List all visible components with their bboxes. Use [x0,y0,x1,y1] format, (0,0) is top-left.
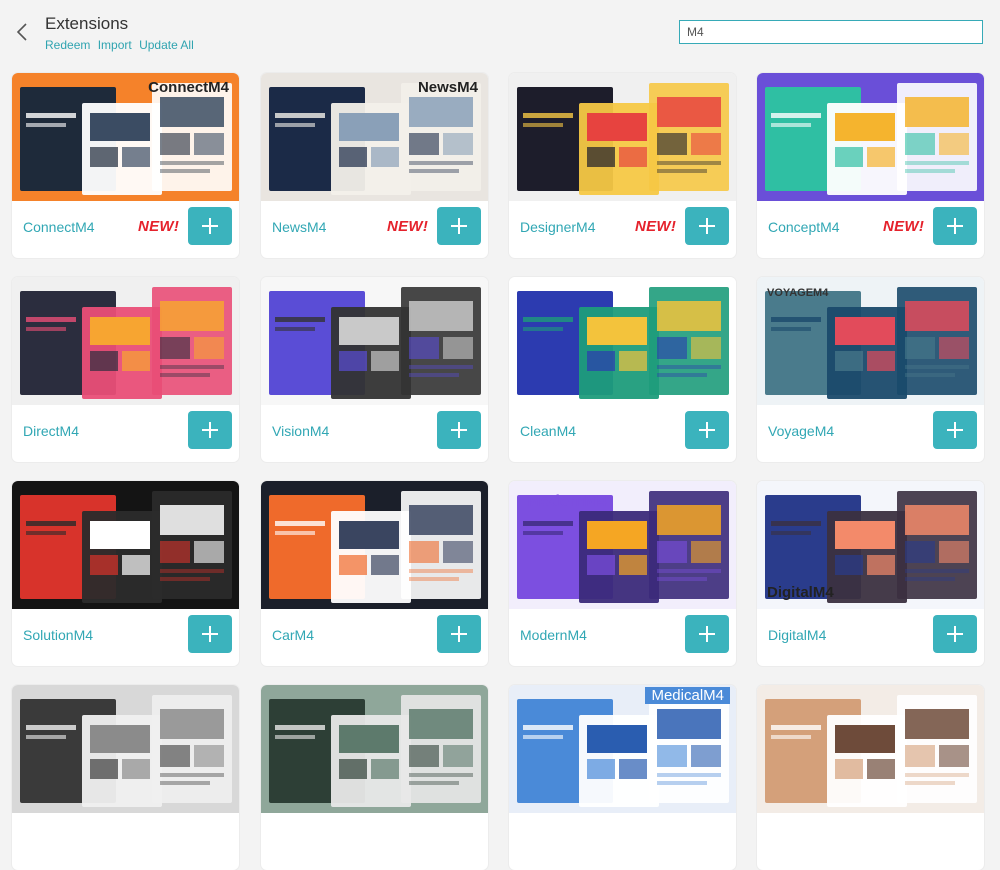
add-extension-button[interactable] [188,207,232,245]
new-badge: NEW! [387,218,429,235]
extension-card[interactable]: DesignerM4 NEW! [509,73,736,258]
extension-card[interactable]: CleanM4 [509,277,736,462]
search-input[interactable] [679,20,983,44]
extension-card[interactable]: DirectM4 [12,277,239,462]
add-extension-button[interactable] [188,615,232,653]
thumbnail-title: DigitalM4 [767,584,834,601]
thumbnail-title: NewsM4 [417,79,478,96]
extension-card[interactable]: SolutionM4 [12,481,239,666]
chevron-left-icon [16,23,27,41]
extension-name: ConnectM4 [23,219,95,235]
add-extension-button[interactable] [685,615,729,653]
extension-thumbnail [12,277,239,405]
extension-thumbnail: ModernM4 [509,481,736,609]
add-extension-button[interactable] [685,411,729,449]
plus-icon [699,218,715,234]
plus-icon [947,626,963,642]
thumbnail-title: VOYAGEM4 [767,287,829,299]
redeem-link[interactable]: Redeem [45,38,90,52]
header-links: Redeem Import Update All [45,38,198,52]
extension-name: DirectM4 [23,423,80,439]
extension-card[interactable]: CarM4 [261,481,488,666]
extension-thumbnail: ConnectM4 [12,73,239,201]
plus-icon [451,422,467,438]
extension-name: DesignerM4 [520,219,596,235]
extension-thumbnail: NewsM4 [261,73,488,201]
extension-thumbnail [261,481,488,609]
header-bar: Extensions Redeem Import Update All [0,0,1000,62]
extension-thumbnail [509,277,736,405]
plus-icon [947,218,963,234]
plus-icon [699,626,715,642]
extension-card[interactable]: VisionM4 [261,277,488,462]
plus-icon [947,422,963,438]
import-link[interactable]: Import [98,38,132,52]
extension-thumbnail [12,481,239,609]
extension-thumbnail: VOYAGEM4 [757,277,984,405]
extension-name: VisionM4 [272,423,330,439]
extension-card[interactable]: VOYAGEM4 VoyageM4 [757,277,984,462]
add-extension-button[interactable] [933,411,977,449]
plus-icon [699,422,715,438]
extension-thumbnail [12,685,239,813]
add-extension-button[interactable] [437,615,481,653]
extension-name: CleanM4 [520,423,577,439]
extension-card[interactable] [261,685,488,870]
add-extension-button[interactable] [188,411,232,449]
extension-card[interactable]: ConceptM4 NEW! [757,73,984,258]
new-badge: NEW! [138,218,180,235]
back-button[interactable] [12,20,32,44]
extension-card[interactable]: NewsM4 NewsM4 NEW! [261,73,488,258]
add-extension-button[interactable] [933,207,977,245]
thumbnail-title: ModernM4 [527,493,607,510]
extension-thumbnail: MedicalM4 [509,685,736,813]
add-extension-button[interactable] [685,207,729,245]
extension-card[interactable]: ModernM4 ModernM4 [509,481,736,666]
extension-thumbnail [757,685,984,813]
plus-icon [202,626,218,642]
plus-icon [451,626,467,642]
extension-card[interactable]: ConnectM4 ConnectM4 NEW! [12,73,239,258]
extension-name: VoyageM4 [768,423,835,439]
thumbnail-title: MedicalM4 [645,687,730,704]
extension-thumbnail [261,685,488,813]
extension-name: DigitalM4 [768,627,827,643]
extension-name: ConceptM4 [768,219,840,235]
extension-thumbnail [261,277,488,405]
extension-name: SolutionM4 [23,627,94,643]
extension-thumbnail [509,73,736,201]
extension-card[interactable]: DigitalM4 DigitalM4 [757,481,984,666]
plus-icon [451,218,467,234]
page-title: Extensions [45,14,129,33]
extension-name: CarM4 [272,627,315,643]
new-badge: NEW! [883,218,925,235]
add-extension-button[interactable] [933,615,977,653]
new-badge: NEW! [635,218,677,235]
add-extension-button[interactable] [437,411,481,449]
extension-thumbnail [757,73,984,201]
extension-name: ModernM4 [520,627,587,643]
add-extension-button[interactable] [437,207,481,245]
extension-thumbnail: DigitalM4 [757,481,984,609]
extension-card[interactable] [757,685,984,870]
extension-name: NewsM4 [272,219,327,235]
update-all-link[interactable]: Update All [139,38,194,52]
plus-icon [202,422,218,438]
plus-icon [202,218,218,234]
extension-card[interactable]: MedicalM4 [509,685,736,870]
thumbnail-title: ConnectM4 [148,79,229,96]
extension-card[interactable] [12,685,239,870]
